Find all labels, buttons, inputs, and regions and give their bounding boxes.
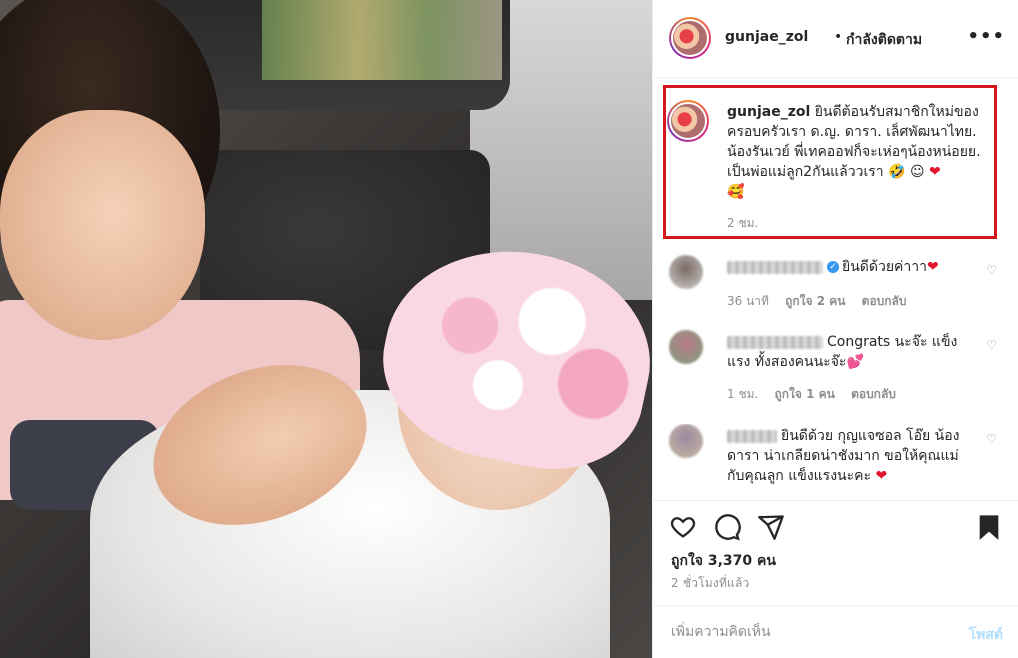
heart-emoji: ❤ bbox=[926, 259, 939, 275]
post-comment-button[interactable]: โพสต์ bbox=[969, 624, 1003, 646]
commenter-avatar[interactable] bbox=[669, 255, 703, 289]
caption-username[interactable]: gunjae_zol bbox=[727, 104, 810, 120]
comment-text: Congrats นะจ๊ะ แข็งแรง ทั้งสองคนนะจ๊ะ💕 bbox=[727, 332, 973, 372]
comment-time: 1 ชม. bbox=[727, 387, 759, 401]
reply-button[interactable]: ตอบกลับ bbox=[862, 294, 907, 308]
commenter-avatar[interactable] bbox=[669, 424, 703, 458]
smiling-hearts-emoji: 🥰 bbox=[727, 184, 745, 200]
post-header: gunjae_zol • กำลังติดตาม ••• bbox=[653, 0, 1018, 78]
more-horizontal-icon[interactable]: ••• bbox=[967, 26, 1005, 47]
caption-text: gunjae_zol ยินดีต้อนรับสมาชิกใหม่ของครอบ… bbox=[727, 102, 997, 202]
comment-text: ✓ ยินดีด้วยค่าาา❤ bbox=[727, 257, 973, 277]
header-separator: • bbox=[834, 29, 843, 45]
post-sidebar: gunjae_zol • กำลังติดตาม ••• gunjae_zol … bbox=[652, 0, 1018, 658]
photo-girl-face bbox=[0, 110, 205, 340]
comment-likes[interactable]: ถูกใจ 2 คน bbox=[785, 294, 845, 308]
post-photo[interactable] bbox=[0, 0, 652, 658]
likes-count[interactable]: ถูกใจ 3,370 คน bbox=[671, 550, 776, 572]
commenter-avatar[interactable] bbox=[669, 330, 703, 364]
comment-like-icon[interactable]: ♡ bbox=[986, 338, 997, 352]
heart-icon[interactable] bbox=[669, 513, 697, 541]
share-icon[interactable] bbox=[757, 513, 785, 541]
comment-meta: 1 ชม. ถูกใจ 1 คน ตอบกลับ bbox=[727, 385, 908, 404]
blurred-username bbox=[727, 429, 777, 443]
comment-likes[interactable]: ถูกใจ 1 คน bbox=[775, 387, 835, 401]
caption-time: 2 ชม. bbox=[727, 216, 759, 230]
heart-emoji: ❤ bbox=[875, 468, 888, 484]
comment-composer: โพสต์ bbox=[653, 605, 1018, 658]
verified-badge-icon: ✓ bbox=[827, 261, 839, 273]
comment-body: ยินดีด้วยค่าาา bbox=[842, 259, 927, 275]
blurred-username bbox=[727, 335, 823, 349]
comment-time: 36 นาที bbox=[727, 294, 769, 308]
caption-avatar[interactable] bbox=[667, 100, 709, 142]
comment-like-icon[interactable]: ♡ bbox=[986, 263, 997, 277]
hearts-emoji: 💕 bbox=[846, 354, 864, 370]
comment-icon[interactable] bbox=[713, 513, 741, 541]
comment-like-icon[interactable]: ♡ bbox=[986, 432, 997, 446]
comment-input[interactable] bbox=[671, 618, 941, 646]
blurred-username bbox=[727, 260, 823, 274]
avatar[interactable] bbox=[669, 17, 711, 59]
bookmark-icon[interactable] bbox=[975, 513, 1003, 541]
post-time-ago: 2 ชั่วโมงที่แล้ว bbox=[671, 576, 750, 590]
comment-text: ยินดีด้วย กุญแจซอล โอ๊ย น้อง ดารา น่าเกล… bbox=[727, 426, 973, 486]
comment-meta: 36 นาที ถูกใจ 2 คน ตอบกลับ bbox=[727, 292, 919, 311]
comment-item: ยินดีด้วย กุญแจซอล โอ๊ย น้อง ดารา น่าเกล… bbox=[665, 424, 1005, 496]
follow-status-button[interactable]: กำลังติดตาม bbox=[846, 29, 922, 51]
red-heart-emoji: ❤ bbox=[929, 164, 941, 180]
reply-button[interactable]: ตอบกลับ bbox=[851, 387, 896, 401]
photo-gift-box bbox=[262, 0, 502, 80]
header-username[interactable]: gunjae_zol bbox=[725, 29, 808, 45]
